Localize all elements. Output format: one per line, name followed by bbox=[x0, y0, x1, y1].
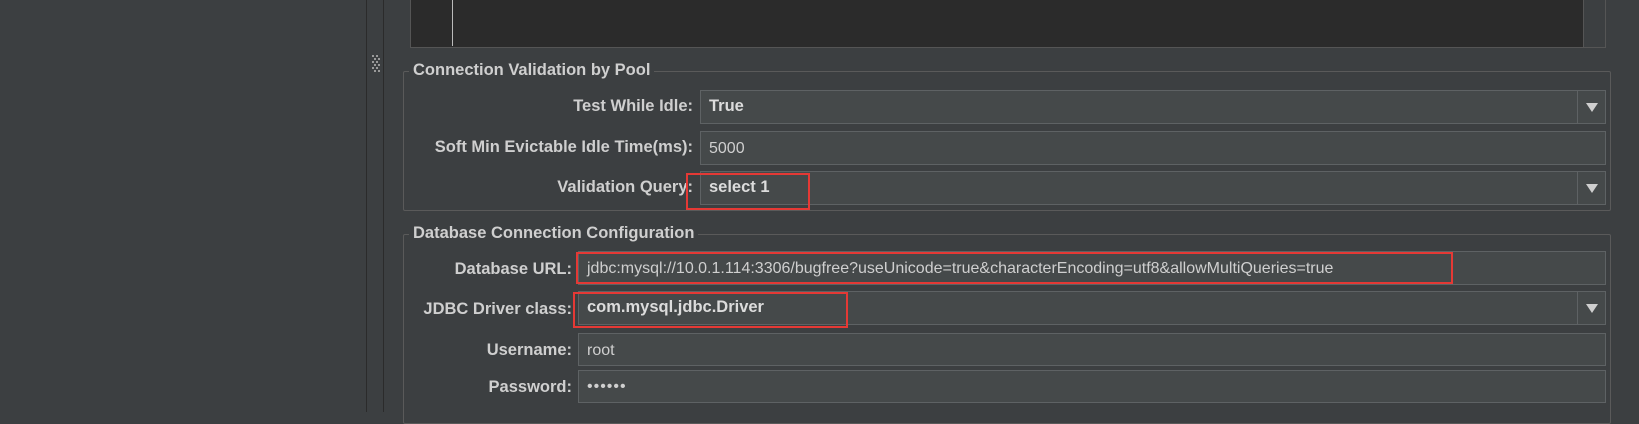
validation-query-combo[interactable]: select 1 bbox=[700, 171, 1606, 205]
soft-min-evictable-value: 5000 bbox=[709, 140, 745, 157]
highlight-box bbox=[686, 173, 810, 210]
chevron-down-icon[interactable] bbox=[1577, 91, 1605, 123]
highlight-box bbox=[573, 292, 848, 328]
username-label: Username: bbox=[486, 341, 572, 359]
jdbc-driver-label: JDBC Driver class: bbox=[423, 300, 572, 318]
connection-validation-legend: Connection Validation by Pool bbox=[409, 61, 655, 80]
test-while-idle-label: Test While Idle: bbox=[573, 97, 693, 115]
soft-min-evictable-input[interactable]: 5000 bbox=[700, 131, 1606, 165]
grip-icon[interactable] bbox=[372, 54, 380, 74]
test-while-idle-value: True bbox=[709, 97, 744, 115]
text-caret bbox=[452, 0, 453, 46]
database-url-label: Database URL: bbox=[454, 260, 572, 278]
chevron-down-icon[interactable] bbox=[1577, 292, 1605, 324]
password-value: •••••• bbox=[587, 378, 627, 395]
init-sql-textarea[interactable] bbox=[410, 0, 1584, 48]
test-while-idle-combo[interactable]: True bbox=[700, 90, 1606, 124]
validation-query-label: Validation Query: bbox=[557, 178, 693, 196]
password-label: Password: bbox=[488, 378, 572, 396]
highlight-box bbox=[576, 252, 1453, 284]
textarea-scrollbar[interactable] bbox=[1584, 0, 1606, 48]
username-input[interactable]: root bbox=[578, 333, 1606, 366]
soft-min-evictable-label: Soft Min Evictable Idle Time(ms): bbox=[434, 138, 693, 156]
username-value: root bbox=[587, 342, 615, 359]
tree-pane[interactable] bbox=[0, 0, 366, 412]
password-input[interactable]: •••••• bbox=[578, 370, 1606, 403]
chevron-down-icon[interactable] bbox=[1577, 172, 1605, 204]
database-connection-legend: Database Connection Configuration bbox=[409, 224, 699, 243]
